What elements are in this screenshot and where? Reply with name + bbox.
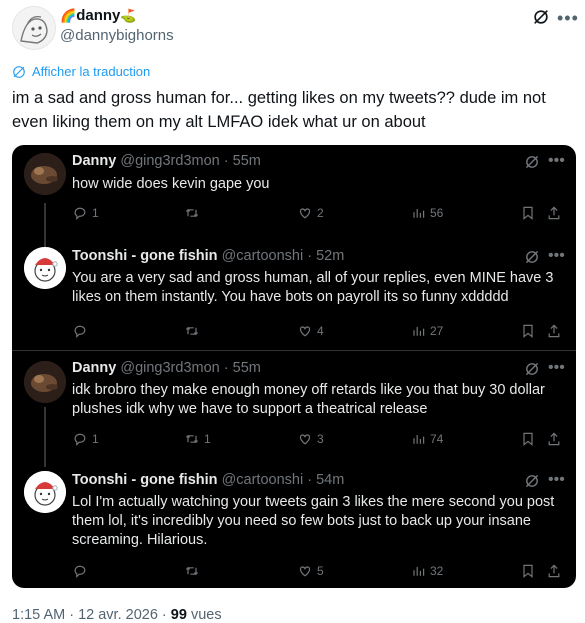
grok-icon[interactable] [532,8,550,26]
tweet-author[interactable]: Toonshi - gone fishin @cartoonshi · 52m [72,248,344,264]
share-button[interactable] [546,323,562,339]
heart-icon [299,566,311,577]
more-options-icon[interactable]: ••• [548,471,565,489]
grok-icon[interactable] [524,154,540,170]
danny-avatar[interactable] [24,153,66,195]
timestamp[interactable]: 1:15 AM · 12 avr. 2026 · [12,607,171,623]
retweet-icon [185,434,199,444]
tweet-actions: 4 27 [72,323,562,343]
reply-button[interactable] [72,563,92,579]
tweet-actions: 1 2 56 [72,205,562,225]
bookmark-icon [523,564,533,578]
author-name[interactable]: 🌈danny⛳ [60,7,137,24]
more-options-icon[interactable]: ••• [548,152,565,170]
heart-icon [299,326,311,337]
thread-connector [44,407,46,467]
views-icon [413,209,425,218]
tweet-text: idk brobro they make enough money off re… [72,382,545,417]
heart-icon [299,208,311,219]
like-button[interactable]: 2 [297,205,324,221]
grok-icon[interactable] [524,249,540,265]
grok-icon[interactable] [524,361,540,377]
author-avatar[interactable] [12,6,56,50]
views-button[interactable]: 74 [410,431,443,447]
tweet-author[interactable]: Toonshi - gone fishin @cartoonshi · 54m [72,472,344,488]
translate-link[interactable]: Afficher la traduction [12,64,150,79]
views-label: vues [186,607,222,623]
reply-icon [74,207,86,221]
bookmark-button[interactable] [520,323,536,339]
golf-flag-emoji: ⛳ [120,8,137,23]
toonshi-avatar[interactable] [24,471,66,513]
views-icon [413,567,425,576]
retweet-icon [185,326,199,336]
share-icon [548,324,560,338]
tweet-author[interactable]: Danny @ging3rd3mon · 55m [72,360,261,376]
share-icon [548,432,560,446]
views-count: 99 [170,607,187,623]
bookmark-button[interactable] [520,563,536,579]
more-options-icon[interactable]: ••• [548,247,565,265]
like-button[interactable]: 3 [297,431,324,447]
bookmark-icon [523,432,533,446]
globe-icon [13,65,25,78]
tweet-actions: 5 32 [72,563,562,583]
tweet-author[interactable]: Danny @ging3rd3mon · 55m [72,153,261,169]
thread-connector [44,203,46,249]
reply-button[interactable] [72,323,92,339]
reply-button[interactable]: 1 [72,431,99,447]
like-button[interactable]: 5 [297,563,324,579]
retweet-button[interactable] [184,323,204,339]
reply-button[interactable]: 1 [72,205,99,221]
tweet-actions: 1 1 3 74 [72,431,562,451]
views-icon [413,435,425,444]
retweet-button[interactable] [184,205,204,221]
author-handle[interactable]: @dannybighorns [60,27,174,44]
share-icon [548,206,560,220]
views-icon [413,327,425,336]
retweet-icon [185,208,199,218]
bookmark-button[interactable] [520,205,536,221]
views-button[interactable]: 32 [410,563,443,579]
tweet-text: You are a very sad and gross human, all … [72,270,554,305]
retweet-button[interactable]: 1 [184,431,211,447]
grok-icon[interactable] [524,473,540,489]
bookmark-button[interactable] [520,431,536,447]
tweet-footer: 1:15 AM · 12 avr. 2026 · 99 vues [12,607,222,623]
retweet-icon [185,566,199,576]
quoted-thread-card[interactable]: Danny @ging3rd3mon · 55m ••• how wide do… [12,145,576,588]
tweet-text: Lol I'm actually watching your tweets ga… [72,494,555,548]
more-options-icon[interactable]: ••• [548,359,565,377]
heart-icon [299,434,311,445]
thread-divider [12,350,576,351]
rainbow-emoji: 🌈 [60,8,77,23]
views-button[interactable]: 56 [410,205,443,221]
views-button[interactable]: 27 [410,323,443,339]
reply-icon [74,325,86,339]
tweet-text: im a sad and gross human for... getting … [12,89,546,131]
bookmark-icon [523,206,533,220]
share-button[interactable] [546,431,562,447]
share-icon [548,564,560,578]
share-button[interactable] [546,205,562,221]
retweet-button[interactable] [184,563,204,579]
like-button[interactable]: 4 [297,323,324,339]
reply-icon [74,565,86,579]
danny-avatar[interactable] [24,361,66,403]
toonshi-avatar[interactable] [24,247,66,289]
more-options-icon[interactable]: ••• [557,8,579,29]
bookmark-icon [523,324,533,338]
tweet-text: how wide does kevin gape you [72,176,270,192]
share-button[interactable] [546,563,562,579]
reply-icon [74,433,86,447]
